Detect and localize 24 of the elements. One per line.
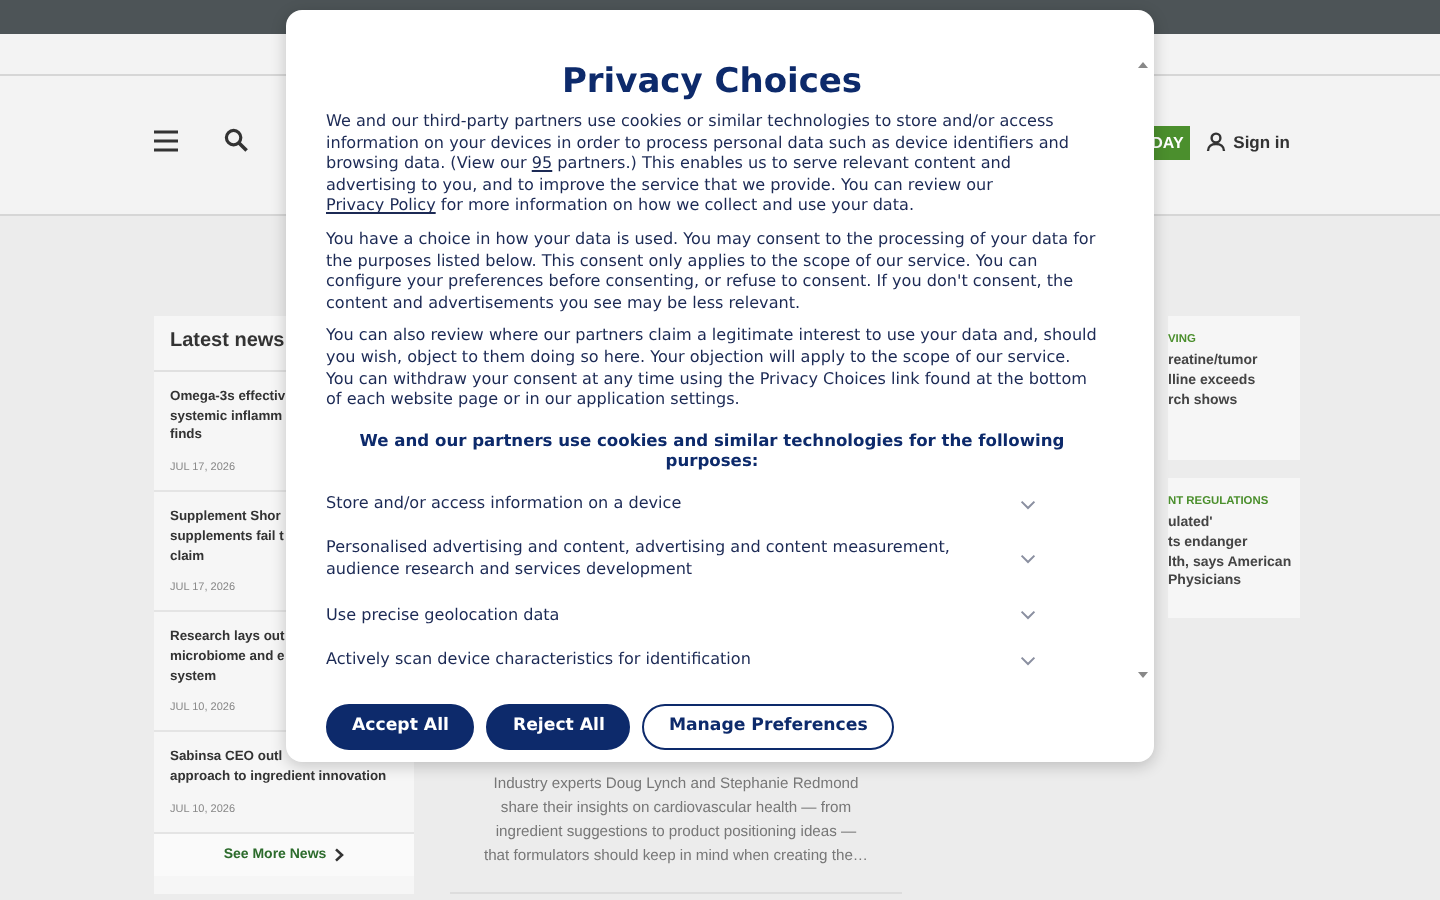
chevron-icon [1020, 554, 1036, 565]
purpose-item[interactable]: Actively scan device characteristics for identification [326, 638, 1098, 684]
menu-icon[interactable] [154, 129, 178, 151]
dialog-paragraph: You have a choice in how your data is used. You may consent to the processing of your data for the purposes listed below. This consent only applies to the scope of our service. You can configure your preferences before consenting, or refuse to consent. If you don't consent, the content and advertisements you see may be less relevant. [326, 229, 1098, 315]
purposes-heading: We and our partners use cookies and similar technologies for the following purposes: [357, 429, 1067, 470]
dialog-button[interactable]: Manage Preferences [642, 703, 894, 750]
sign-in-link[interactable]: Sign in [1205, 132, 1290, 152]
user-icon [1205, 132, 1226, 152]
chevron-icon [1020, 499, 1036, 510]
scroll-down-icon[interactable] [1138, 672, 1148, 678]
dialog-button[interactable]: Accept All [326, 703, 475, 750]
search-icon[interactable] [224, 128, 248, 152]
text-link[interactable]: 95 [531, 154, 553, 173]
dialog-title: Privacy Choices [559, 62, 865, 102]
dialog-paragraph: We and our third-party partners use cookies or similar technologies to store and/or access information on your devices in order to process personal data such as device identifiers and browsing data. (View our 95 partners.) This enables us to serve relevant content and advertising to you, and to improve the service that we provide. You can review our Privacy Policy for more information on how we collect and use your data. [326, 112, 1071, 218]
purpose-item[interactable]: Use precise geolocation data [326, 593, 1098, 639]
dialog-button[interactable]: Reject All [486, 703, 631, 750]
scroll-up-icon[interactable] [1138, 62, 1148, 68]
chevron-right-icon [334, 847, 345, 862]
chevron-icon [1020, 610, 1036, 621]
purpose-item[interactable]: Store and/or access information on a device [326, 481, 1098, 527]
purpose-item[interactable]: Personalised advertising and content, advertising and content measurement, audience research and services development [326, 526, 1098, 593]
text-link[interactable]: Privacy Policy [326, 196, 436, 215]
chevron-icon [1020, 655, 1036, 666]
